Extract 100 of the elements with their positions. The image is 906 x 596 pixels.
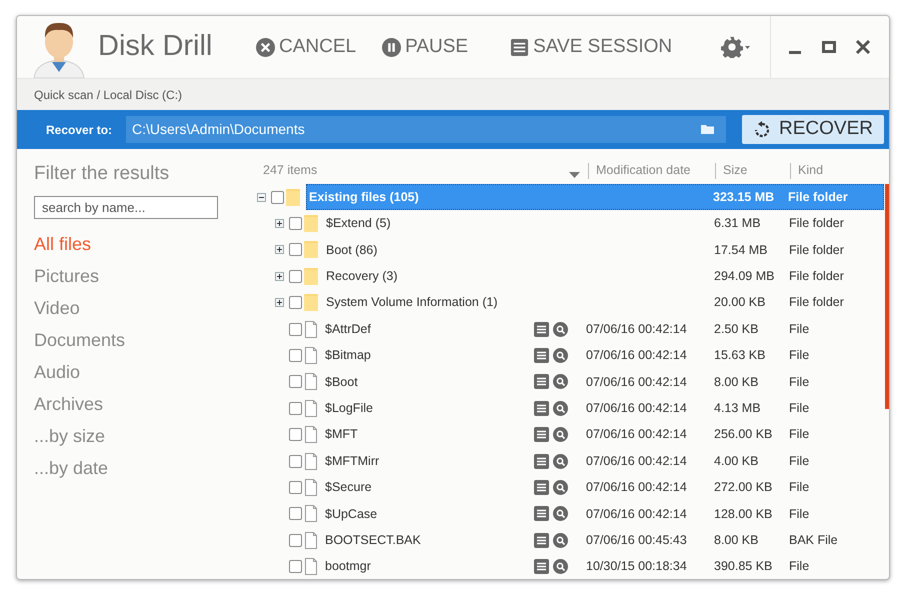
details-icon[interactable] [534,374,549,390]
details-icon[interactable] [534,427,549,442]
list-row[interactable]: bootmgr 10/30/15 00:18:34 390.85 KB File [323,553,884,579]
expand-toggle[interactable] [275,298,284,308]
preview-icon[interactable] [553,454,568,469]
file-icon [305,347,317,364]
details-icon[interactable] [534,480,549,495]
destination-path-field[interactable]: C:\Users\Admin\Documents [126,116,726,143]
checkbox[interactable] [289,349,302,362]
details-icon[interactable] [534,559,549,574]
filter-item[interactable]: Documents [34,324,251,356]
settings-button[interactable] [721,36,750,58]
folder-icon [304,241,318,258]
filter-item[interactable]: All files [34,228,251,260]
file-name: Boot (86) [326,242,378,259]
filter-item[interactable]: Pictures [34,260,251,292]
file-kind: File folder [789,294,845,312]
list-row[interactable]: $UpCase 07/06/16 00:42:14 128.00 KB File [323,500,884,528]
preview-icon[interactable] [553,559,568,574]
list-row[interactable]: $MFT 07/06/16 00:42:14 256.00 KB File [323,422,884,448]
column-header[interactable]: Modification date [596,161,691,180]
file-size: 294.09 MB [714,268,776,285]
column-header[interactable]: Kind [798,161,824,180]
preview-icon[interactable] [553,348,568,364]
details-icon[interactable] [534,348,549,364]
list-row[interactable]: Boot (86) 17.54 MB File folder [324,236,884,264]
checkbox[interactable] [289,296,302,310]
checkbox[interactable] [289,402,302,415]
details-icon[interactable] [534,532,549,548]
list-row[interactable]: System Volume Information (1) 20.00 KB File folder [324,290,884,316]
checkbox[interactable] [271,190,284,204]
caret-icon [745,46,750,48]
file-icon [305,532,317,549]
details-icon[interactable] [534,400,549,416]
list-row[interactable]: Recovery (3) 294.09 MB File folder [324,263,884,290]
column-header[interactable]: Size [723,161,748,180]
preview-icon[interactable] [553,322,568,337]
filter-item[interactable]: Archives [34,388,251,420]
file-kind: File [789,558,810,576]
sort-caret-icon[interactable] [569,172,580,178]
checkbox[interactable] [289,560,302,574]
list-row[interactable]: $Extend (5) 6.31 MB File folder [324,210,884,237]
file-icon [305,452,317,470]
expand-toggle[interactable] [275,272,284,281]
checkbox[interactable] [289,375,302,388]
breadcrumb: Quick scan / Local Disc (C:) [34,86,182,104]
search-field[interactable]: search by name... [34,196,218,219]
checkbox[interactable] [289,480,302,494]
checkbox[interactable] [289,243,302,256]
preview-icon[interactable] [553,480,568,495]
file-size: 2.50 KB [714,320,760,338]
preview-icon[interactable] [553,374,568,390]
recover-button[interactable]: RECOVER [742,115,884,144]
list-row[interactable]: $Boot 07/06/16 00:42:14 8.00 KB File [323,368,884,396]
list-row[interactable]: $MFTMirr 07/06/16 00:42:14 4.00 KB File [323,448,884,474]
details-icon[interactable] [534,506,549,522]
list-row[interactable]: $Secure 07/06/16 00:42:14 272.00 KB File [323,474,884,501]
close-button[interactable] [853,37,873,57]
checkbox[interactable] [289,507,302,520]
preview-icon[interactable] [553,532,568,548]
filter-item[interactable]: ...by date [34,452,251,484]
refresh-icon [753,120,772,138]
cancel-button[interactable]: CANCEL [256,32,356,62]
file-kind: File [789,479,810,496]
file-size: 20.00 KB [714,294,766,312]
list-row[interactable]: $AttrDef 07/06/16 00:42:14 2.50 KB File [323,316,884,342]
pause-button[interactable]: PAUSE [382,32,468,62]
preview-icon[interactable] [553,400,568,416]
folder-icon [286,188,300,206]
save-button[interactable]: SAVE SESSION [510,32,672,62]
file-size: 6.31 MB [714,215,762,232]
preview-icon[interactable] [553,427,568,442]
file-name: $Extend (5) [326,215,392,232]
checkbox[interactable] [289,322,302,336]
list-row[interactable]: $Bitmap 07/06/16 00:42:14 15.63 KB File [323,342,884,369]
list-row[interactable]: Existing files (105) 323.15 MB File folder [306,184,884,210]
checkbox[interactable] [289,270,302,283]
preview-icon[interactable] [553,506,568,522]
file-kind: File folder [789,215,845,232]
details-icon[interactable] [534,322,549,337]
filter-item[interactable]: Audio [34,356,251,388]
collapse-toggle[interactable] [257,192,266,202]
list-row[interactable]: BOOTSECT.BAK 07/06/16 00:45:43 8.00 KB BAK File [323,527,884,554]
expand-toggle[interactable] [275,219,284,228]
file-icon [305,478,317,496]
file-size: 323.15 MB [713,188,776,206]
file-kind: File [789,506,810,522]
file-kind: File [789,400,810,417]
list-row[interactable]: $LogFile 07/06/16 00:42:14 4.13 MB File [323,395,884,422]
expand-toggle[interactable] [275,245,284,254]
filter-item[interactable]: ...by size [34,420,251,452]
file-kind: File folder [789,268,845,285]
filter-item[interactable]: Video [34,292,251,324]
checkbox[interactable] [289,534,302,547]
checkbox[interactable] [289,428,302,442]
checkbox[interactable] [289,454,302,468]
modified-date: 07/06/16 00:42:14 [586,374,688,391]
scrollbar[interactable] [885,184,889,409]
details-icon[interactable] [534,454,549,469]
checkbox[interactable] [289,217,302,230]
